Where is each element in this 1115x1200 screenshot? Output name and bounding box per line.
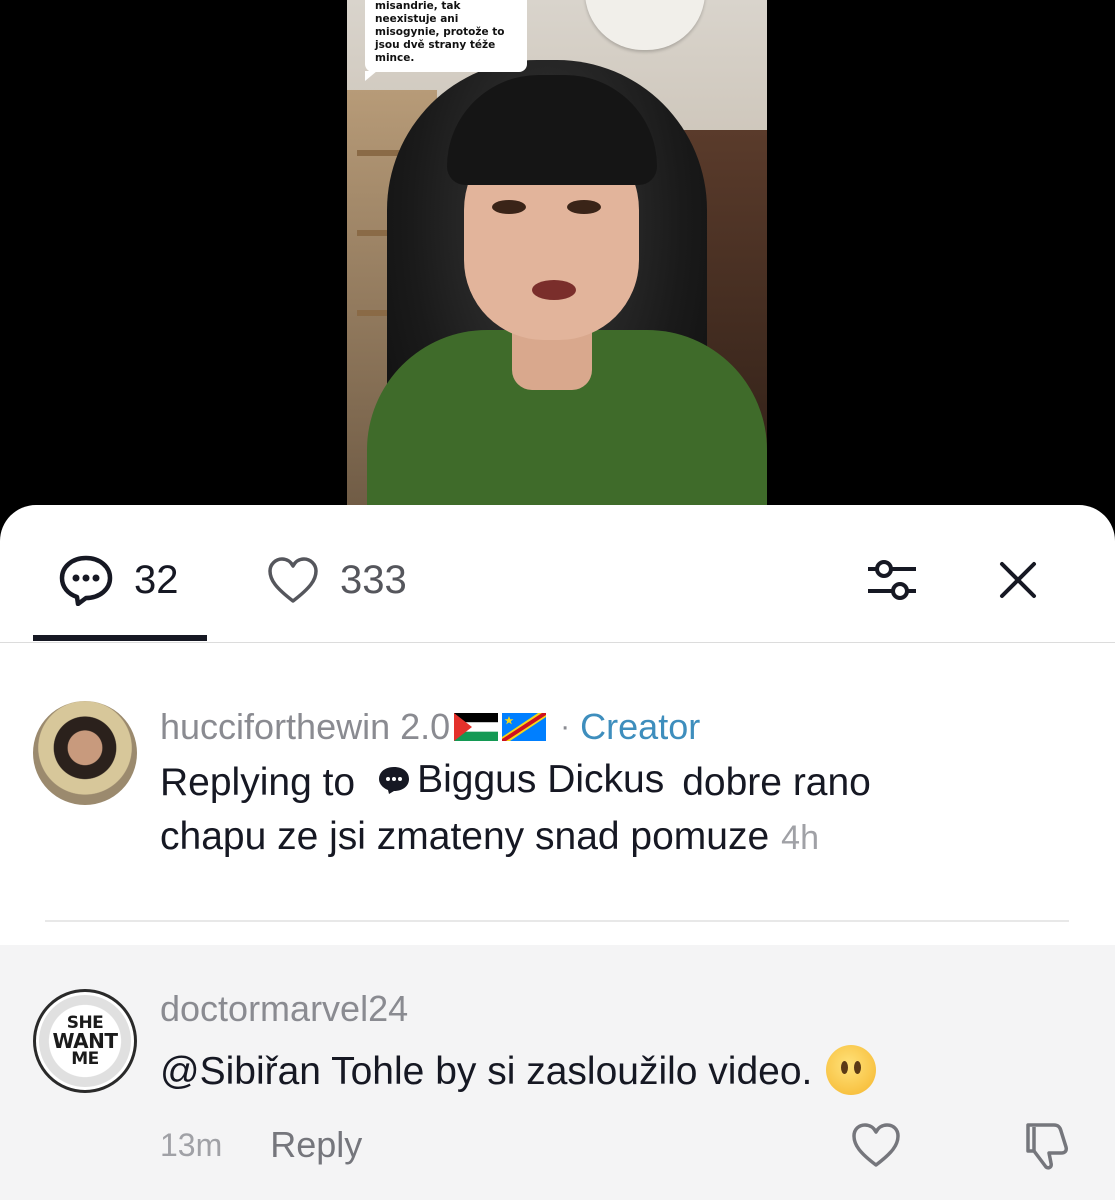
comments-count: 32 [134, 557, 179, 602]
comment-item[interactable]: hucciforthewin 2.0 · Creator Replying to [0, 695, 1115, 895]
panel-header: 32 333 [0, 505, 1115, 643]
comment-author[interactable]: doctormarvel24 [160, 988, 408, 1030]
close-button[interactable] [988, 550, 1048, 610]
comment-text: Replying to Biggus Dickus dobre rano cha… [160, 753, 1060, 865]
reply-button[interactable]: Reply [270, 1124, 362, 1166]
avatar[interactable]: SHE WANT ME [33, 989, 137, 1093]
reply-prefix: Replying to [160, 761, 356, 804]
caption-line: mince. [375, 52, 415, 64]
comment-author[interactable]: hucciforthewin 2.0 [160, 706, 450, 748]
reply-target-chip[interactable]: Biggus Dickus [377, 753, 664, 807]
avatar-text: ME [71, 1049, 99, 1069]
tab-likes[interactable]: 333 [266, 550, 407, 610]
palestine-flag-icon [454, 713, 499, 741]
dislike-comment-button[interactable] [1016, 1115, 1076, 1175]
separator-dot: · [560, 710, 571, 743]
sliders-icon [868, 560, 916, 600]
comment-body-line1: dobre rano [682, 761, 871, 804]
video-frame[interactable]: misandrie, tak neexistuje ani misogynie,… [347, 0, 767, 520]
avatar-logo: SHE WANT ME [39, 995, 131, 1087]
ceiling-lamp [585, 0, 705, 50]
reply-target-name: Biggus Dickus [417, 758, 665, 801]
comments-panel: 32 333 hucciforthewin 2.0 · Creator Repl… [0, 505, 1115, 1200]
person-eye-right [567, 200, 601, 214]
filter-button[interactable] [862, 550, 922, 610]
tab-comments[interactable]: 32 [58, 550, 179, 610]
comment-time: 4h [781, 819, 819, 857]
person-eye-left [492, 200, 526, 214]
heart-icon [852, 1123, 900, 1167]
comment-bubble-icon [379, 767, 410, 794]
avatar-text: WANT [52, 1029, 118, 1053]
video-player[interactable]: misandrie, tak neexistuje ani misogynie,… [0, 0, 1115, 520]
caption-line: jsou dvě strany téže [375, 39, 496, 51]
creator-badge: Creator [580, 706, 701, 747]
close-icon [1000, 562, 1036, 598]
caption-line: misandrie, tak [375, 0, 461, 12]
comment-body: @Sibiřan Tohle by si zasloužilo video. [160, 1050, 813, 1093]
thumbs-down-icon [1026, 1123, 1068, 1170]
avatar[interactable] [33, 701, 137, 805]
comment-text: @Sibiřan Tohle by si zasloužilo video. [160, 1044, 1060, 1099]
neutral-face-emoji-icon [826, 1044, 877, 1095]
congo-flag-icon [502, 713, 547, 741]
video-caption-bubble: misandrie, tak neexistuje ani misogynie,… [365, 0, 527, 81]
comment-author-row: doctormarvel24 [160, 987, 408, 1031]
comment-body-line2: chapu ze jsi zmateny snad pomuze [160, 815, 770, 858]
caption-line: neexistuje ani [375, 13, 459, 25]
comment-bubble-icon [59, 555, 113, 606]
comment-time: 13m [160, 1126, 223, 1163]
person-mouth [532, 280, 576, 300]
likes-count: 333 [340, 557, 407, 602]
comment-meta: 13m Reply [160, 1115, 362, 1175]
comment-author-row: hucciforthewin 2.0 · Creator [160, 705, 700, 749]
comment-divider [45, 920, 1069, 922]
like-comment-button[interactable] [846, 1115, 906, 1175]
active-tab-indicator [33, 635, 207, 641]
caption-line: misogynie, protože to [375, 26, 505, 38]
heart-icon [268, 557, 318, 603]
comment-item[interactable]: SHE WANT ME doctormarvel24 @Sibiřan Tohl… [0, 945, 1115, 1200]
